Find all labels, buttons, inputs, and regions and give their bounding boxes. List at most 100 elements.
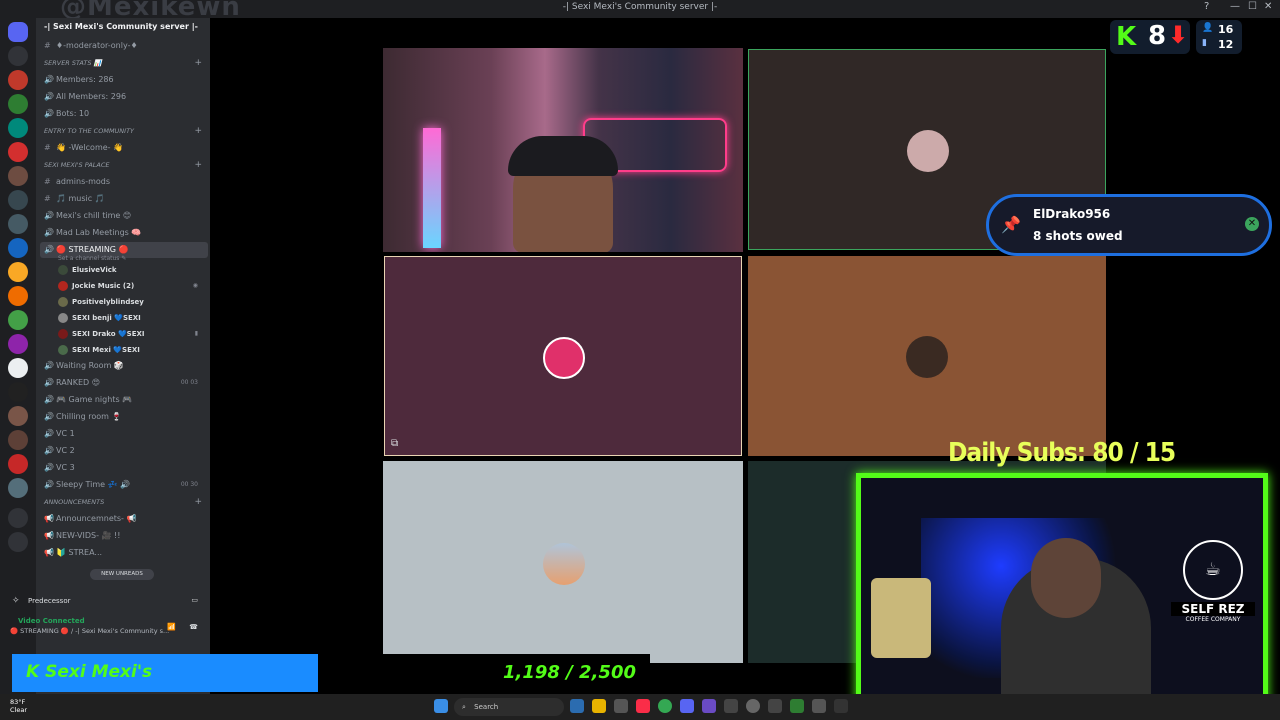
add-channel-icon[interactable]: +: [194, 123, 202, 139]
server-icon[interactable]: [8, 382, 28, 402]
user-name: SEXI Mexi 💙SEXI: [72, 346, 140, 354]
channel-item[interactable]: 🔊 Waiting Room 🎲: [44, 358, 204, 374]
server-icon[interactable]: [8, 214, 28, 234]
channel-item[interactable]: # 🎵 music 🎵: [44, 191, 204, 207]
music-icon[interactable]: [636, 699, 650, 713]
add-server-icon[interactable]: [8, 508, 28, 528]
coffee-cup-icon: ☕: [1183, 540, 1243, 600]
channel-item[interactable]: # 👋 -Welcome- 👋: [44, 140, 204, 156]
channel-item[interactable]: 📢 NEW-VIDS- 🎥 !!: [44, 528, 204, 544]
close-button[interactable]: ✕: [1264, 1, 1272, 12]
channel-item[interactable]: # admins-mods: [44, 174, 204, 190]
server-icon[interactable]: [8, 454, 28, 474]
user-name: ElusiveVick: [72, 266, 117, 274]
name-banner: K Sexi Mexi's: [12, 654, 318, 692]
app-icon[interactable]: [812, 699, 826, 713]
server-icon[interactable]: [8, 430, 28, 450]
server-icon[interactable]: [8, 406, 28, 426]
channel-item[interactable]: 🔊 Mexi's chill time 😊: [44, 208, 204, 224]
search-label: Search: [474, 703, 499, 711]
explore-icon[interactable]: [8, 532, 28, 552]
server-icon[interactable]: [8, 334, 28, 354]
channel-item[interactable]: 🔊 Chilling room 🍷: [44, 409, 204, 425]
screen-icon[interactable]: ▭: [191, 596, 198, 604]
server-icon[interactable]: [8, 190, 28, 210]
server-icon[interactable]: [8, 166, 28, 186]
channel-category[interactable]: ANNOUNCEMENTS +: [44, 494, 204, 510]
server-icon[interactable]: [8, 118, 28, 138]
video-tile-user[interactable]: [383, 461, 743, 663]
voice-user[interactable]: SEXI Mexi 💙SEXI: [58, 342, 204, 358]
maximize-button[interactable]: ☐: [1248, 1, 1257, 12]
inbox-icon[interactable]: [8, 46, 28, 66]
channel-category[interactable]: SEXI MEXI'S PALACE +: [44, 157, 204, 173]
channel-item[interactable]: 🔊 Sleepy Time 💤 🔊 00 30: [44, 477, 204, 493]
server-name[interactable]: -| Sexi Mexi's Community server |-: [44, 22, 204, 31]
channel-item[interactable]: 🔊 🎮 Game nights 🎮: [44, 392, 204, 408]
app-icon[interactable]: [768, 699, 782, 713]
weather-widget[interactable]: 83°F Clear: [10, 698, 27, 714]
minimize-button[interactable]: —: [1230, 1, 1240, 12]
server-icon[interactable]: [8, 70, 28, 90]
app-icon[interactable]: [724, 699, 738, 713]
channel-item[interactable]: 🔊 VC 1: [44, 426, 204, 442]
channel-item[interactable]: 🔊 VC 3: [44, 460, 204, 476]
windows-start-icon[interactable]: [434, 699, 448, 713]
server-icon[interactable]: [8, 262, 28, 282]
discord-icon[interactable]: [680, 699, 694, 713]
channel-item[interactable]: 🔊 All Members: 296: [44, 89, 204, 105]
voice-user[interactable]: SEXI Drako 💙SEXI ▮: [58, 326, 204, 342]
voice-user[interactable]: ElusiveVick: [58, 262, 204, 278]
server-icon[interactable]: [8, 142, 28, 162]
app-icon[interactable]: [702, 699, 716, 713]
app-icon[interactable]: [570, 699, 584, 713]
server-icon[interactable]: [8, 310, 28, 330]
signal-icon: 📶: [167, 623, 176, 631]
server-icon[interactable]: [8, 358, 28, 378]
folder-icon[interactable]: [592, 699, 606, 713]
add-channel-icon[interactable]: +: [194, 55, 202, 71]
video-tile-user[interactable]: ⧉: [384, 256, 742, 456]
channel-category[interactable]: SERVER STATS 📊 +: [44, 55, 204, 71]
new-unreads-pill[interactable]: NEW UNREADS: [90, 569, 154, 580]
disconnect-icon[interactable]: ☎: [189, 623, 198, 631]
server-icon[interactable]: [8, 94, 28, 114]
voice-channel-label[interactable]: 🔴 STREAMING 🔴 / -| Sexi Mexi's Community…: [10, 627, 170, 635]
voice-user[interactable]: SEXI benji 💙SEXI: [58, 310, 204, 326]
chart-icon: ▮: [1202, 38, 1207, 48]
channel-item[interactable]: 📢 🔰 STREA...: [44, 545, 204, 561]
add-channel-icon[interactable]: +: [194, 494, 202, 510]
channel-item[interactable]: 🔊 Bots: 10: [44, 106, 204, 122]
weather-desc: Clear: [10, 706, 27, 714]
help-icon[interactable]: ?: [1204, 1, 1209, 12]
app-icon[interactable]: [834, 699, 848, 713]
app-icon[interactable]: [614, 699, 628, 713]
channel-label: 🎮 Game nights 🎮: [56, 395, 133, 404]
channel-item[interactable]: 🔊 VC 2: [44, 443, 204, 459]
user-name: SEXI Drako 💙SEXI: [72, 330, 145, 338]
server-icon[interactable]: [8, 478, 28, 498]
popout-icon[interactable]: ⧉: [391, 438, 398, 449]
voice-user[interactable]: Jockie Music (2) ◉: [58, 278, 204, 294]
taskbar-search[interactable]: ⌕ Search: [454, 698, 564, 716]
video-tile-streamer[interactable]: [383, 48, 743, 252]
channel-item[interactable]: 🔊 Mad Lab Meetings 🧠: [44, 225, 204, 241]
chrome-icon[interactable]: [658, 699, 672, 713]
close-icon[interactable]: ✕: [1245, 217, 1259, 231]
user-avatar: [58, 329, 68, 339]
channel-item[interactable]: # ♦-moderator-only-♦: [44, 38, 204, 54]
channel-item[interactable]: 🔊 RANKED 😍 00 03: [44, 375, 204, 391]
channel-category[interactable]: ENTRY TO THE COMMUNITY +: [44, 123, 204, 139]
obs-icon[interactable]: [746, 699, 760, 713]
add-channel-icon[interactable]: +: [194, 157, 202, 173]
channel-item[interactable]: 📢 Announcemnets- 📢: [44, 511, 204, 527]
channel-item[interactable]: 🔊 Members: 286: [44, 72, 204, 88]
app-icon[interactable]: [790, 699, 804, 713]
server-icon[interactable]: [8, 286, 28, 306]
voice-user[interactable]: Positivelyblindsey: [58, 294, 204, 310]
video-tile-user[interactable]: [748, 256, 1106, 456]
user-avatar: [906, 336, 948, 378]
server-icon[interactable]: [8, 238, 28, 258]
discord-home-icon[interactable]: [8, 22, 28, 42]
channel-icon: #: [44, 41, 51, 50]
